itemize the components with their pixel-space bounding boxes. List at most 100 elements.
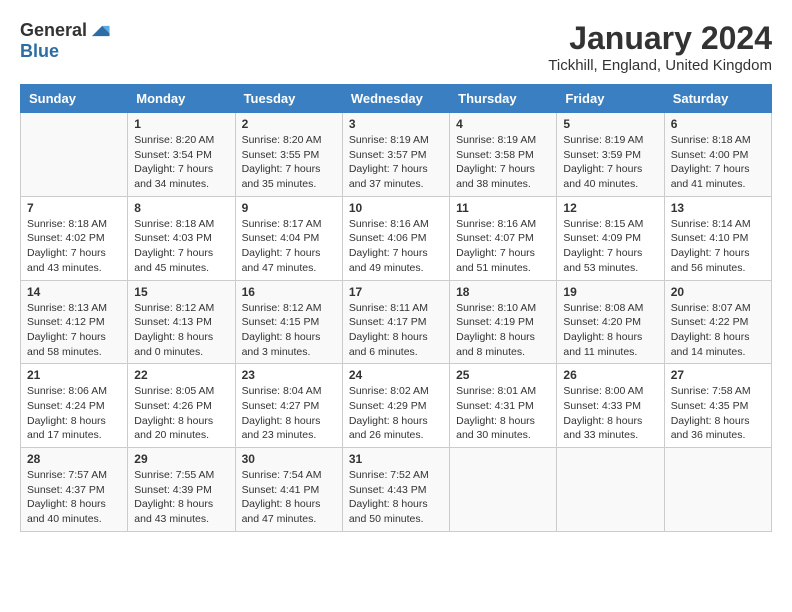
day-info: Sunrise: 8:18 AM Sunset: 4:00 PM Dayligh…: [671, 133, 765, 192]
calendar-cell: 3Sunrise: 8:19 AM Sunset: 3:57 PM Daylig…: [342, 113, 449, 197]
day-info: Sunrise: 7:55 AM Sunset: 4:39 PM Dayligh…: [134, 468, 228, 527]
day-number: 29: [134, 452, 228, 466]
calendar-cell: [450, 448, 557, 532]
header-day: Sunday: [21, 85, 128, 113]
calendar-cell: 1 Sunrise: 8:20 AM Sunset: 3:54 PM Daylig…: [128, 113, 235, 197]
day-info: Sunrise: 8:14 AM Sunset: 4:10 PM Dayligh…: [671, 217, 765, 276]
calendar-cell: 12Sunrise: 8:15 AM Sunset: 4:09 PM Dayli…: [557, 196, 664, 280]
day-number: 23: [242, 368, 336, 382]
calendar-cell: 18 Sunrise: 8:10 AM Sunset: 4:19 PM Dayli…: [450, 280, 557, 364]
calendar-cell: 11 Sunrise: 8:16 AM Sunset: 4:07 PM Dayli…: [450, 196, 557, 280]
calendar-cell: 22 Sunrise: 8:05 AM Sunset: 4:26 PM Dayli…: [128, 364, 235, 448]
day-number: 18: [456, 285, 550, 299]
calendar-cell: 20 Sunrise: 8:07 AM Sunset: 4:22 PM Dayli…: [664, 280, 771, 364]
day-info: Sunrise: 8:20 AM Sunset: 3:54 PM Dayligh…: [134, 133, 228, 192]
day-number: 25: [456, 368, 550, 382]
calendar-week-row: 28 Sunrise: 7:57 AM Sunset: 4:37 PM Dayli…: [21, 448, 772, 532]
calendar-week-row: 14Sunrise: 8:13 AM Sunset: 4:12 PM Dayli…: [21, 280, 772, 364]
day-number: 3: [349, 117, 443, 131]
calendar-cell: 13Sunrise: 8:14 AM Sunset: 4:10 PM Dayli…: [664, 196, 771, 280]
calendar-cell: 8Sunrise: 8:18 AM Sunset: 4:03 PM Daylig…: [128, 196, 235, 280]
day-info: Sunrise: 8:15 AM Sunset: 4:09 PM Dayligh…: [563, 217, 657, 276]
day-number: 11: [456, 201, 550, 215]
calendar-cell: 15 Sunrise: 8:12 AM Sunset: 4:13 PM Dayli…: [128, 280, 235, 364]
calendar-cell: 28 Sunrise: 7:57 AM Sunset: 4:37 PM Dayli…: [21, 448, 128, 532]
day-info: Sunrise: 8:19 AM Sunset: 3:58 PM Dayligh…: [456, 133, 550, 192]
day-number: 10: [349, 201, 443, 215]
calendar-cell: 24Sunrise: 8:02 AM Sunset: 4:29 PM Dayli…: [342, 364, 449, 448]
calendar-cell: 23 Sunrise: 8:04 AM Sunset: 4:27 PM Dayli…: [235, 364, 342, 448]
logo-text: General Blue: [20, 20, 111, 62]
day-number: 20: [671, 285, 765, 299]
day-info: Sunrise: 8:11 AM Sunset: 4:17 PM Dayligh…: [349, 301, 443, 360]
day-info: Sunrise: 8:04 AM Sunset: 4:27 PM Dayligh…: [242, 384, 336, 443]
day-number: 5: [563, 117, 657, 131]
day-info: Sunrise: 8:20 AM Sunset: 3:55 PM Dayligh…: [242, 133, 336, 192]
day-number: 9: [242, 201, 336, 215]
day-number: 24: [349, 368, 443, 382]
month-title: January 2024: [548, 20, 772, 57]
calendar-cell: 2 Sunrise: 8:20 AM Sunset: 3:55 PM Daylig…: [235, 113, 342, 197]
header-day: Friday: [557, 85, 664, 113]
calendar-cell: 16 Sunrise: 8:12 AM Sunset: 4:15 PM Dayli…: [235, 280, 342, 364]
day-info: Sunrise: 8:00 AM Sunset: 4:33 PM Dayligh…: [563, 384, 657, 443]
logo-general: General: [20, 21, 87, 41]
calendar-cell: 27Sunrise: 7:58 AM Sunset: 4:35 PM Dayli…: [664, 364, 771, 448]
day-number: 21: [27, 368, 121, 382]
header-row: SundayMondayTuesdayWednesdayThursdayFrid…: [21, 85, 772, 113]
header-day: Monday: [128, 85, 235, 113]
day-info: Sunrise: 8:13 AM Sunset: 4:12 PM Dayligh…: [27, 301, 121, 360]
calendar-cell: 10Sunrise: 8:16 AM Sunset: 4:06 PM Dayli…: [342, 196, 449, 280]
day-number: 2: [242, 117, 336, 131]
calendar-cell: 26 Sunrise: 8:00 AM Sunset: 4:33 PM Dayli…: [557, 364, 664, 448]
calendar-table: SundayMondayTuesdayWednesdayThursdayFrid…: [20, 84, 772, 532]
day-info: Sunrise: 8:06 AM Sunset: 4:24 PM Dayligh…: [27, 384, 121, 443]
calendar-cell: 9 Sunrise: 8:17 AM Sunset: 4:04 PM Daylig…: [235, 196, 342, 280]
day-info: Sunrise: 8:12 AM Sunset: 4:13 PM Dayligh…: [134, 301, 228, 360]
day-info: Sunrise: 8:17 AM Sunset: 4:04 PM Dayligh…: [242, 217, 336, 276]
day-info: Sunrise: 8:07 AM Sunset: 4:22 PM Dayligh…: [671, 301, 765, 360]
day-info: Sunrise: 8:05 AM Sunset: 4:26 PM Dayligh…: [134, 384, 228, 443]
calendar-cell: 6 Sunrise: 8:18 AM Sunset: 4:00 PM Daylig…: [664, 113, 771, 197]
day-info: Sunrise: 7:52 AM Sunset: 4:43 PM Dayligh…: [349, 468, 443, 527]
calendar-cell: 29 Sunrise: 7:55 AM Sunset: 4:39 PM Dayli…: [128, 448, 235, 532]
day-number: 1: [134, 117, 228, 131]
day-info: Sunrise: 8:08 AM Sunset: 4:20 PM Dayligh…: [563, 301, 657, 360]
header-day: Wednesday: [342, 85, 449, 113]
calendar-week-row: 1 Sunrise: 8:20 AM Sunset: 3:54 PM Daylig…: [21, 113, 772, 197]
day-number: 6: [671, 117, 765, 131]
calendar-cell: [664, 448, 771, 532]
day-info: Sunrise: 8:12 AM Sunset: 4:15 PM Dayligh…: [242, 301, 336, 360]
day-number: 26: [563, 368, 657, 382]
day-info: Sunrise: 8:10 AM Sunset: 4:19 PM Dayligh…: [456, 301, 550, 360]
header-day: Saturday: [664, 85, 771, 113]
day-info: Sunrise: 7:57 AM Sunset: 4:37 PM Dayligh…: [27, 468, 121, 527]
calendar-cell: 5Sunrise: 8:19 AM Sunset: 3:59 PM Daylig…: [557, 113, 664, 197]
calendar-cell: 21 Sunrise: 8:06 AM Sunset: 4:24 PM Dayli…: [21, 364, 128, 448]
header-day: Tuesday: [235, 85, 342, 113]
calendar-cell: 19Sunrise: 8:08 AM Sunset: 4:20 PM Dayli…: [557, 280, 664, 364]
day-number: 28: [27, 452, 121, 466]
day-number: 4: [456, 117, 550, 131]
day-number: 22: [134, 368, 228, 382]
title-block: January 2024 Tickhill, England, United K…: [548, 20, 772, 74]
calendar-cell: 25Sunrise: 8:01 AM Sunset: 4:31 PM Dayli…: [450, 364, 557, 448]
calendar-cell: [557, 448, 664, 532]
logo-icon: [89, 20, 111, 42]
calendar-cell: 7Sunrise: 8:18 AM Sunset: 4:02 PM Daylig…: [21, 196, 128, 280]
calendar-cell: 4 Sunrise: 8:19 AM Sunset: 3:58 PM Daylig…: [450, 113, 557, 197]
day-info: Sunrise: 8:16 AM Sunset: 4:07 PM Dayligh…: [456, 217, 550, 276]
header-day: Thursday: [450, 85, 557, 113]
logo-blue: Blue: [20, 42, 111, 62]
calendar-week-row: 21 Sunrise: 8:06 AM Sunset: 4:24 PM Dayli…: [21, 364, 772, 448]
calendar-cell: 17Sunrise: 8:11 AM Sunset: 4:17 PM Dayli…: [342, 280, 449, 364]
calendar-week-row: 7Sunrise: 8:18 AM Sunset: 4:02 PM Daylig…: [21, 196, 772, 280]
page-header: General Blue January 2024 Tickhill, Engl…: [20, 20, 772, 74]
location: Tickhill, England, United Kingdom: [548, 57, 772, 74]
logo: General Blue: [20, 20, 111, 62]
day-number: 7: [27, 201, 121, 215]
day-number: 16: [242, 285, 336, 299]
calendar-cell: [21, 113, 128, 197]
day-number: 15: [134, 285, 228, 299]
day-number: 8: [134, 201, 228, 215]
